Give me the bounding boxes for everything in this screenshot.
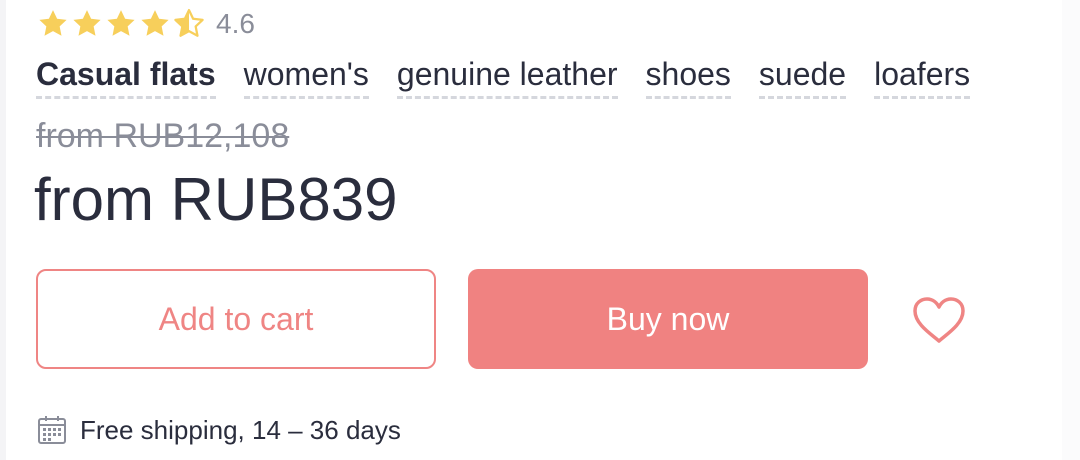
rating-value: 4.6 <box>216 8 255 39</box>
star-icon <box>73 10 101 36</box>
star-icon <box>39 10 67 36</box>
buy-now-button[interactable]: Buy now <box>468 269 868 369</box>
product-tags: Casual flats women's genuine leather sho… <box>36 54 971 99</box>
tag-casual-flats[interactable]: Casual flats <box>36 54 216 99</box>
add-to-cart-button[interactable]: Add to cart <box>36 269 436 369</box>
current-price: from RUB839 <box>34 166 398 233</box>
rating-stars <box>36 7 206 41</box>
tag-suede[interactable]: suede <box>758 54 847 99</box>
original-price: from RUB12,108 <box>36 117 290 155</box>
calendar-icon <box>38 416 66 444</box>
tag-shoes[interactable]: shoes <box>645 54 731 99</box>
right-edge <box>1062 0 1080 460</box>
star-icon <box>141 10 169 36</box>
product-rating: 4.6 <box>36 4 255 44</box>
shipping-text: Free shipping, 14 – 36 days <box>80 415 401 445</box>
heart-icon[interactable] <box>910 294 968 346</box>
tag-genuine-leather[interactable]: genuine leather <box>396 54 618 99</box>
tag-loafers[interactable]: loafers <box>874 54 971 99</box>
tag-womens[interactable]: women's <box>243 54 369 99</box>
shipping-info: Free shipping, 14 – 36 days <box>36 414 401 446</box>
half-star-icon <box>174 8 204 37</box>
left-edge <box>0 0 6 460</box>
star-icon <box>107 10 135 36</box>
